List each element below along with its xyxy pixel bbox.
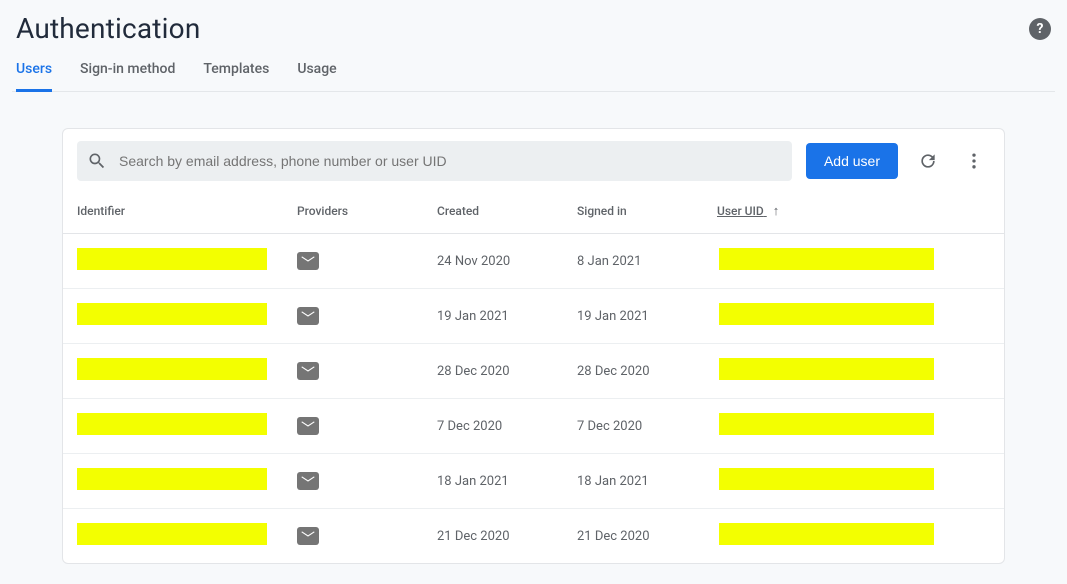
- email-icon: [297, 527, 319, 545]
- more-menu-button[interactable]: [958, 145, 990, 177]
- col-header-created[interactable]: Created: [423, 193, 563, 234]
- signed-in-cell: 7 Dec 2020: [563, 399, 703, 454]
- tabs: Users Sign-in method Templates Usage: [12, 49, 1055, 92]
- help-icon: ?: [1037, 21, 1044, 37]
- toolbar: Add user: [63, 129, 1004, 193]
- created-cell: 21 Dec 2020: [423, 509, 563, 564]
- created-cell: 24 Nov 2020: [423, 234, 563, 289]
- table-row[interactable]: 28 Dec 202028 Dec 2020: [63, 344, 1004, 399]
- signed-in-cell: 8 Jan 2021: [563, 234, 703, 289]
- identifier-redacted: [77, 523, 267, 545]
- table-row[interactable]: 18 Jan 202118 Jan 2021: [63, 454, 1004, 509]
- email-icon: [297, 472, 319, 490]
- table-row[interactable]: 24 Nov 20208 Jan 2021: [63, 234, 1004, 289]
- email-icon: [297, 362, 319, 380]
- signed-in-cell: 21 Dec 2020: [563, 509, 703, 564]
- identifier-redacted: [77, 303, 267, 325]
- help-button[interactable]: ?: [1029, 18, 1051, 40]
- tab-usage[interactable]: Usage: [297, 61, 336, 92]
- uid-redacted: [719, 468, 934, 490]
- search-icon: [87, 151, 107, 171]
- uid-redacted: [719, 303, 934, 325]
- refresh-icon: [918, 151, 938, 171]
- signed-in-cell: 18 Jan 2021: [563, 454, 703, 509]
- add-user-button[interactable]: Add user: [806, 143, 898, 179]
- col-header-identifier[interactable]: Identifier: [63, 193, 283, 234]
- sort-ascending-icon: ↑: [773, 203, 780, 219]
- uid-redacted: [719, 523, 934, 545]
- uid-redacted: [719, 248, 934, 270]
- col-header-providers[interactable]: Providers: [283, 193, 423, 234]
- table-row[interactable]: 21 Dec 202021 Dec 2020: [63, 509, 1004, 564]
- created-cell: 18 Jan 2021: [423, 454, 563, 509]
- search-container: [77, 141, 792, 181]
- signed-in-cell: 28 Dec 2020: [563, 344, 703, 399]
- email-icon: [297, 417, 319, 435]
- users-table: Identifier Providers Created Signed in U…: [63, 193, 1004, 563]
- col-header-user-uid[interactable]: User UID ↑: [703, 193, 1004, 234]
- tab-templates[interactable]: Templates: [203, 61, 269, 92]
- search-input[interactable]: [117, 152, 782, 170]
- identifier-redacted: [77, 468, 267, 490]
- uid-redacted: [719, 358, 934, 380]
- col-header-user-uid-label: User UID: [717, 204, 764, 218]
- col-header-signed-in[interactable]: Signed in: [563, 193, 703, 234]
- signed-in-cell: 19 Jan 2021: [563, 289, 703, 344]
- email-icon: [297, 252, 319, 270]
- tab-signin-method[interactable]: Sign-in method: [80, 61, 175, 92]
- created-cell: 28 Dec 2020: [423, 344, 563, 399]
- created-cell: 7 Dec 2020: [423, 399, 563, 454]
- identifier-redacted: [77, 248, 267, 270]
- email-icon: [297, 307, 319, 325]
- users-card: Add user Identifier Providers: [62, 128, 1005, 564]
- created-cell: 19 Jan 2021: [423, 289, 563, 344]
- identifier-redacted: [77, 413, 267, 435]
- tab-users[interactable]: Users: [16, 61, 52, 92]
- page-title: Authentication: [16, 12, 201, 45]
- refresh-button[interactable]: [912, 145, 944, 177]
- table-row[interactable]: 19 Jan 202119 Jan 2021: [63, 289, 1004, 344]
- table-row[interactable]: 7 Dec 20207 Dec 2020: [63, 399, 1004, 454]
- more-vert-icon: [964, 151, 984, 171]
- uid-redacted: [719, 413, 934, 435]
- identifier-redacted: [77, 358, 267, 380]
